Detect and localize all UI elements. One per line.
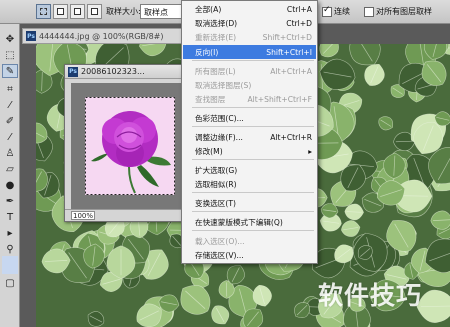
sample-size-label: 取样大小: — [106, 7, 141, 16]
magic-wand-tool-icon[interactable]: ✎ — [2, 64, 18, 78]
watermark-text: 软件技巧 — [318, 281, 423, 310]
selection-mode-group — [36, 4, 102, 19]
menu-item-all[interactable]: 全部(A) Ctrl+A — [183, 2, 316, 16]
eyedropper-tool-icon[interactable]: ⁄ — [2, 98, 18, 112]
menu-item-shortcut: Shift+Ctrl+D — [262, 32, 312, 42]
menu-item-shortcut: Alt+Ctrl+A — [270, 66, 312, 76]
menu-item-label: 选取相似(R) — [195, 179, 237, 189]
menu-item-label: 反向(I) — [195, 47, 219, 57]
menu-item-all-layers[interactable]: 所有图层(L) Alt+Ctrl+A — [183, 64, 316, 78]
flower-window-title: 20086102323... — [81, 67, 145, 76]
menu-item-deselect[interactable]: 取消选择(D) Ctrl+D — [183, 16, 316, 30]
contiguous-check-icon[interactable] — [322, 5, 332, 17]
flower-window-statusbar: 100% — [65, 209, 195, 221]
path-selection-tool-icon[interactable]: ▸ — [2, 226, 18, 240]
ps-document-icon: Ps — [26, 31, 36, 41]
zoom-tool-icon[interactable]: ⚲ — [2, 242, 18, 256]
all-layers-checkbox[interactable]: 对所有图层取样 — [364, 6, 432, 17]
menu-item-label: 在快速蒙版模式下编辑(Q) — [195, 217, 283, 227]
add-to-selection-icon[interactable] — [53, 4, 68, 19]
menu-item-modify[interactable]: 修改(M) ▸ — [183, 144, 316, 158]
menu-item-transform-selection[interactable]: 变换选区(T) — [183, 196, 316, 210]
healing-brush-tool-icon[interactable]: ✐ — [2, 114, 18, 128]
menu-item-label: 取消选择图层(S) — [195, 80, 252, 90]
menu-separator — [192, 230, 314, 231]
crop-tool-icon[interactable]: ⌗ — [2, 82, 18, 96]
menu-item-similar[interactable]: 选取相似(R) — [183, 177, 316, 191]
subtract-selection-icon[interactable] — [70, 4, 85, 19]
menu-item-label: 调整边缘(F)... — [195, 132, 243, 142]
menu-separator — [192, 192, 314, 193]
menu-item-label: 载入选区(O)... — [195, 236, 245, 246]
all-layers-check-icon[interactable] — [364, 6, 374, 17]
move-tool-icon[interactable]: ✥ — [2, 32, 18, 46]
menu-item-find-layers[interactable]: 查找图层 Alt+Shift+Ctrl+F — [183, 92, 316, 106]
menu-item-label: 取消选择(D) — [195, 18, 238, 28]
menu-item-shortcut: Alt+Ctrl+R — [270, 132, 312, 142]
gradient-tool-icon[interactable]: ● — [2, 178, 18, 192]
menu-item-color-range[interactable]: 色彩范围(C)... — [183, 111, 316, 125]
brush-tool-icon[interactable]: ⁄ — [2, 130, 18, 144]
menu-item-label: 全部(A) — [195, 4, 222, 14]
menu-item-refine-edge[interactable]: 调整边缘(F)... Alt+Ctrl+R — [183, 130, 316, 144]
menu-item-shortcut: Ctrl+A — [286, 4, 312, 14]
menu-item-inverse[interactable]: 反向(I) Shift+Ctrl+I — [183, 45, 316, 59]
clone-stamp-tool-icon[interactable]: ♙ — [2, 146, 18, 160]
menu-item-label: 变换选区(T) — [195, 198, 236, 208]
quick-mask-icon[interactable]: ▢ — [2, 276, 18, 290]
menu-separator — [192, 107, 314, 108]
menu-separator — [192, 211, 314, 212]
flower-canvas[interactable] — [71, 83, 189, 209]
menu-separator — [192, 60, 314, 61]
sample-size-select[interactable]: 取样点 — [140, 4, 182, 19]
menu-item-load-selection[interactable]: 载入选区(O)... — [183, 234, 316, 248]
menu-item-deselect-layers[interactable]: 取消选择图层(S) — [183, 78, 316, 92]
menu-item-save-selection[interactable]: 存储选区(V)... — [183, 248, 316, 262]
menu-item-label: 色彩范围(C)... — [195, 113, 244, 123]
contiguous-checkbox[interactable]: 连续 — [322, 5, 350, 17]
menu-item-label: 修改(M) — [195, 146, 223, 156]
all-layers-label: 对所有图层取样 — [376, 7, 432, 16]
contiguous-label: 连续 — [334, 7, 350, 16]
menu-separator — [192, 126, 314, 127]
menu-item-shortcut: Ctrl+D — [286, 18, 312, 28]
menu-item-shortcut: ▸ — [308, 146, 312, 156]
menu-item-label: 存储选区(V)... — [195, 250, 244, 260]
new-selection-icon[interactable] — [36, 4, 51, 19]
eraser-tool-icon[interactable]: ▱ — [2, 162, 18, 176]
menu-item-label: 所有图层(L) — [195, 66, 236, 76]
menu-separator — [192, 159, 314, 160]
menu-item-label: 扩大选取(G) — [195, 165, 238, 175]
menu-item-label: 查找图层 — [195, 94, 226, 104]
type-tool-icon[interactable]: T — [2, 210, 18, 224]
menu-item-shortcut: Shift+Ctrl+I — [266, 47, 312, 57]
document-tab-title: 4444444.jpg @ 100%(RGB/8#) — [39, 31, 164, 41]
ps-window-icon: Ps — [68, 66, 78, 77]
menu-item-reselect[interactable]: 重新选择(E) Shift+Ctrl+D — [183, 30, 316, 44]
flower-image — [85, 97, 175, 195]
select-menu-dropdown: 全部(A) Ctrl+A 取消选择(D) Ctrl+D 重新选择(E) Shift+Ctr… — [181, 0, 318, 264]
foreground-color-swatch[interactable] — [2, 256, 18, 274]
flower-window-titlebar[interactable]: Ps 20086102323... — [65, 65, 195, 79]
menu-item-label: 重新选择(E) — [195, 32, 237, 42]
menu-item-shortcut: Alt+Shift+Ctrl+F — [247, 94, 312, 104]
tools-panel: ✥ ⬚ ✎ ⌗ ⁄ ✐ ⁄ ♙ ▱ ● ✒ T ▸ ⚲ ▢ — [0, 24, 20, 327]
zoom-level-field[interactable]: 100% — [71, 211, 95, 220]
intersect-selection-icon[interactable] — [87, 4, 102, 19]
menu-item-quick-mask-edit[interactable]: 在快速蒙版模式下编辑(Q) — [183, 215, 316, 229]
menu-item-grow[interactable]: 扩大选取(G) — [183, 163, 316, 177]
marquee-tool-icon[interactable]: ⬚ — [2, 48, 18, 62]
pen-tool-icon[interactable]: ✒ — [2, 194, 18, 208]
flower-document-window[interactable]: Ps 20086102323... 100% — [64, 64, 196, 222]
